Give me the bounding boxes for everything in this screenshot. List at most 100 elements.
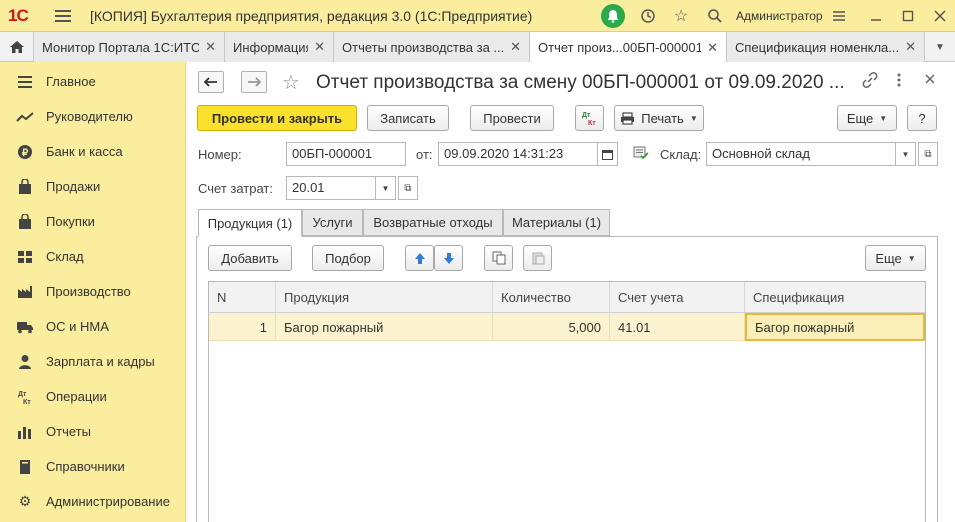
tab-information[interactable]: Информация ✕	[225, 32, 334, 62]
tabs-dropdown-icon[interactable]: ▼	[925, 32, 955, 62]
products-table: N Продукция Количество Счет учета Специф…	[208, 281, 926, 522]
cell-quantity[interactable]: 5,000	[493, 313, 610, 341]
window-title: [КОПИЯ] Бухгалтерия предприятия, редакци…	[90, 8, 533, 24]
cell-specification[interactable]: Багор пожарный	[745, 313, 925, 341]
printer-icon	[621, 111, 635, 125]
svg-text:Дт: Дт	[582, 112, 591, 119]
close-tab-icon[interactable]: ✕	[205, 39, 216, 55]
close-form-icon[interactable]	[924, 72, 936, 89]
tab-services[interactable]: Услуги	[302, 209, 363, 236]
favorite-star-icon[interactable]: ☆	[282, 70, 300, 95]
warehouse-field[interactable]: Основной склад	[706, 142, 896, 166]
post-button[interactable]: Провести	[470, 105, 554, 131]
back-button[interactable]	[198, 71, 224, 93]
column-header-account[interactable]: Счет учета	[610, 282, 745, 313]
column-header-n[interactable]: N	[209, 282, 276, 313]
post-and-close-button[interactable]: Провести и закрыть	[197, 105, 357, 131]
sidebar-item-sales[interactable]: Продажи	[0, 169, 186, 204]
paste-icon	[532, 252, 544, 265]
bell-icon[interactable]	[601, 4, 625, 28]
warehouse-open-icon[interactable]: ⧉	[918, 142, 938, 166]
dt-kt-button[interactable]: Дт Кт	[575, 105, 604, 131]
svg-text:Кт: Кт	[23, 399, 31, 405]
book-icon	[15, 459, 35, 475]
move-down-button[interactable]	[434, 245, 463, 271]
bag-icon	[15, 178, 35, 195]
document-check-icon[interactable]	[633, 146, 649, 164]
sidebar-item-purchases[interactable]: Покупки	[0, 204, 186, 239]
forward-button[interactable]	[241, 71, 267, 93]
column-header-quantity[interactable]: Количество	[493, 282, 610, 313]
minimize-icon[interactable]	[864, 4, 888, 28]
maximize-icon[interactable]	[896, 4, 920, 28]
settings-menu-icon[interactable]	[827, 4, 851, 28]
cost-account-dropdown-icon[interactable]: ▼	[376, 176, 396, 200]
sidebar-item-operations[interactable]: Дт Кт Операции	[0, 379, 186, 414]
sidebar-item-admin[interactable]: ⚙ Администрирование	[0, 484, 186, 519]
cost-account-open-icon[interactable]: ⧉	[398, 176, 418, 200]
add-row-button[interactable]: Добавить	[208, 245, 292, 271]
more-actions-button[interactable]: Еще ▼	[837, 105, 897, 131]
tab-production-reports[interactable]: Отчеты производства за ... ✕	[334, 32, 530, 62]
move-up-button[interactable]	[405, 245, 434, 271]
help-button[interactable]: ?	[907, 105, 937, 131]
tab-materials[interactable]: Материалы (1)	[503, 209, 610, 236]
table-more-button[interactable]: Еще ▼	[865, 245, 926, 271]
cell-account[interactable]: 41.01	[610, 313, 745, 341]
sidebar-item-manager[interactable]: Руководителю	[0, 99, 186, 134]
sidebar-item-production[interactable]: Производство	[0, 274, 186, 309]
sidebar-item-warehouse[interactable]: Склад	[0, 239, 186, 274]
sidebar-item-salary[interactable]: Зарплата и кадры	[0, 344, 186, 379]
tab-production-report-doc[interactable]: Отчет произ...00БП-000001 ✕	[530, 32, 727, 63]
document-form: ☆ Отчет производства за смену 00БП-00000…	[186, 62, 955, 522]
date-field[interactable]: 09.09.2020 14:31:23	[438, 142, 598, 166]
date-label: от:	[416, 147, 433, 162]
app-logo: 1С	[8, 6, 29, 25]
sidebar-item-main[interactable]: Главное	[0, 64, 186, 99]
sidebar-item-directories[interactable]: Справочники	[0, 449, 186, 484]
star-icon[interactable]: ☆	[669, 4, 693, 28]
close-window-icon[interactable]	[928, 4, 952, 28]
search-icon[interactable]	[703, 4, 727, 28]
calendar-icon[interactable]	[598, 142, 618, 166]
more-vertical-icon[interactable]	[896, 72, 902, 92]
tab-portal-monitor[interactable]: Монитор Портала 1С:ИТС ✕	[34, 32, 225, 62]
number-field[interactable]: 00БП-000001	[286, 142, 406, 166]
warehouse-icon	[15, 250, 35, 264]
warehouse-label: Склад:	[660, 147, 702, 162]
copy-icon	[492, 251, 505, 265]
copy-row-button[interactable]	[484, 245, 513, 271]
table-row[interactable]: 1 Багор пожарный 5,000 41.01 Багор пожар…	[209, 313, 925, 341]
cost-account-label: Счет затрат:	[198, 181, 273, 196]
truck-icon	[15, 320, 35, 334]
history-icon[interactable]	[636, 4, 660, 28]
warehouse-dropdown-icon[interactable]: ▼	[896, 142, 916, 166]
cell-product[interactable]: Багор пожарный	[276, 313, 493, 341]
close-tab-icon[interactable]: ✕	[314, 39, 325, 55]
close-tab-icon[interactable]: ✕	[707, 40, 718, 56]
current-user[interactable]: Администратор	[736, 9, 823, 23]
cell-n[interactable]: 1	[209, 313, 276, 341]
tab-products[interactable]: Продукция (1)	[198, 209, 302, 237]
paste-button[interactable]	[523, 245, 552, 271]
home-icon[interactable]	[0, 32, 34, 62]
hamburger-menu-icon[interactable]	[55, 7, 71, 23]
sidebar-item-bank[interactable]: ₽ Банк и касса	[0, 134, 186, 169]
link-icon[interactable]	[862, 72, 878, 92]
column-header-specification[interactable]: Спецификация	[745, 282, 925, 313]
tab-returnable-waste[interactable]: Возвратные отходы	[363, 209, 503, 236]
tab-specification[interactable]: Спецификация номенкла... ✕	[727, 32, 925, 62]
print-button[interactable]: Печать ▼	[614, 105, 704, 131]
open-tabs-bar: Монитор Портала 1С:ИТС ✕ Информация ✕ Отче…	[0, 32, 955, 63]
close-tab-icon[interactable]: ✕	[510, 39, 521, 55]
svg-text:Кт: Кт	[588, 120, 596, 126]
close-tab-icon[interactable]: ✕	[905, 39, 916, 55]
coin-icon: ₽	[15, 144, 35, 160]
cost-account-field[interactable]: 20.01	[286, 176, 376, 200]
save-button[interactable]: Записать	[367, 105, 449, 131]
sidebar-item-reports[interactable]: Отчеты	[0, 414, 186, 449]
pick-button[interactable]: Подбор	[312, 245, 384, 271]
column-header-product[interactable]: Продукция	[276, 282, 493, 313]
sidebar-item-fixed-assets[interactable]: ОС и НМА	[0, 309, 186, 344]
document-title: Отчет производства за смену 00БП-000001 …	[316, 72, 845, 93]
